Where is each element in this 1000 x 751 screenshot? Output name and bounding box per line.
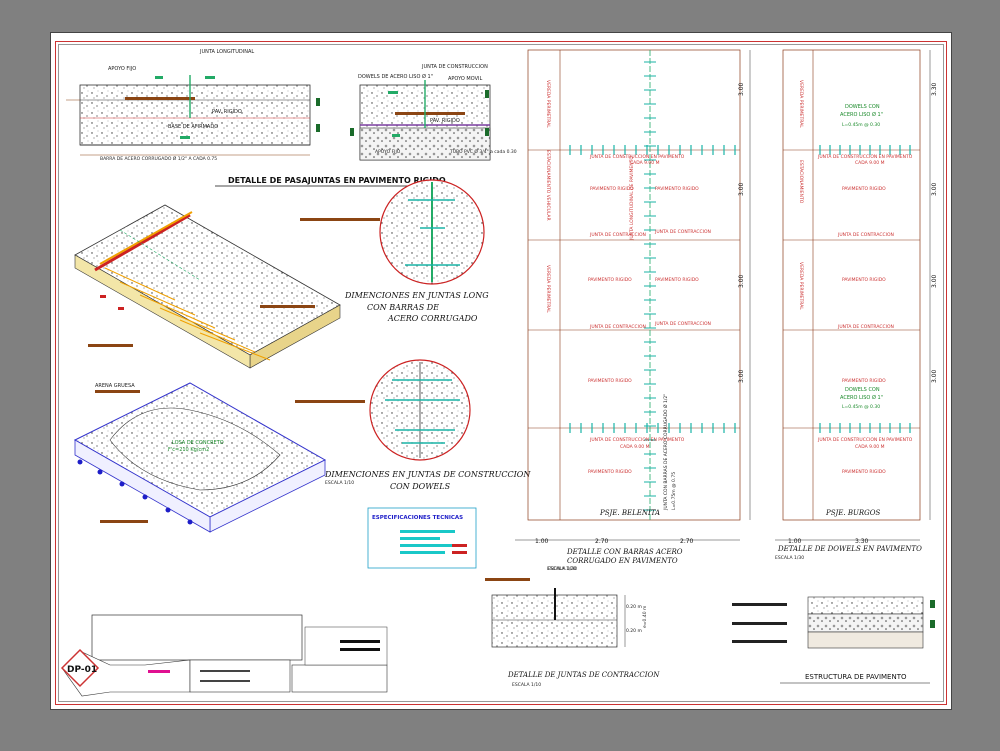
- right-pav-1: PAVIMENTO RIGIDO: [842, 186, 886, 192]
- left-dim-h-3: 2.70: [680, 538, 694, 545]
- left-pav-5: PAVIMENTO RIGIDO: [588, 378, 632, 384]
- left-contr-4: JUNTA DE CONTRACCION: [654, 321, 711, 327]
- detail-circle-long: [379, 179, 485, 285]
- right-junta-const-1: JUNTA DE CONSTRUCCION EN PAVIMENTO: [817, 154, 913, 160]
- dim-const-1: DIMENCIONES EN JUNTAS DE CONSTRUCCION: [324, 470, 531, 479]
- left-title-2: CORRUGADO EN PAVIMENTO: [567, 557, 678, 565]
- callout-pav: PAV. RIGIDO: [212, 109, 242, 115]
- right-cada-2: CADA 9.00 M: [855, 444, 885, 450]
- callout-apoyo: APOYO FIJO: [108, 66, 136, 72]
- sheet-code: DP-01: [67, 665, 97, 675]
- right-dim-v-2: 3.00: [931, 182, 938, 196]
- contr-dim-1: 0.20 m: [626, 604, 642, 610]
- right-side-1: VEREDA PERIMETRAL: [798, 80, 804, 128]
- contr-dim-total: e=0.40 m: [642, 606, 648, 628]
- left-dim-v-2: 3.00: [738, 182, 745, 196]
- estructura-title: ESTRUCTURA DE PAVIMENTO: [805, 673, 907, 681]
- left-barras-2: L=0.75m @ 0.75: [671, 472, 677, 510]
- left-side-3: VEREDA PERIMETRAL: [545, 265, 551, 313]
- left-longitudinal: JUNTA LONGITUDINAL DE PAVIMENTO: [629, 156, 635, 241]
- callout-pav-mid: PAV. RIGIDO: [430, 118, 460, 124]
- arena-gruesa: ARENA GRUESA: [95, 383, 135, 389]
- escala-const: ESCALA 1/10: [325, 480, 354, 486]
- right-dowels-3: L=0.45m @ 0.30: [842, 122, 880, 128]
- contraccion-section: [485, 578, 626, 648]
- detail-circle-construction: [369, 359, 471, 461]
- losa-label-2: F'c=210 Kg/cm2: [168, 447, 209, 453]
- cad-drawing: JUNTA LONGITUDINAL APOYO FIJO PAV. RIGID…: [60, 49, 938, 697]
- right-cada-1: CADA 9.00 M: [855, 160, 885, 166]
- construction-joint-section: [350, 80, 491, 161]
- long-joint-section: [66, 75, 320, 156]
- title-block: [60, 614, 388, 697]
- dim-long-2: CON BARRAS DE: [367, 303, 439, 312]
- right-dim-v-1: 3.30: [931, 82, 938, 96]
- right-contr-1: JUNTA DE CONTRACCION: [837, 232, 894, 238]
- right-pav-2: PAVIMENTO RIGIDO: [842, 277, 886, 283]
- left-pav-1: PAVIMENTO RIGIDO: [590, 186, 634, 192]
- left-side-2: ESTACIONAMIENTO VEHICULAR: [545, 150, 551, 221]
- left-pav-3: PAVIMENTO RIGIDO: [588, 277, 632, 283]
- right-side-3: VEREDA PERIMETRAL: [798, 262, 804, 310]
- right-contr-2: JUNTA DE CONTRACCION: [837, 324, 894, 330]
- callout-base: BASE DE AFIRMADO: [168, 124, 218, 130]
- left-pav-4: PAVIMENTO RIGIDO: [655, 277, 699, 283]
- left-contr-2: JUNTA DE CONTRACCION: [654, 229, 711, 235]
- left-barras-1: JUNTA CON BARRAS DE ACERO CORRUGADO Ø 1/…: [662, 394, 669, 511]
- iso-slab-long-joint: [74, 204, 341, 369]
- left-cada-2: CADA 9.00 M: [620, 444, 650, 450]
- dim-long-1: DIMENCIONES EN JUNTAS LONG: [344, 291, 489, 300]
- contraccion-title: DETALLE DE JUNTAS DE CONTRACCION: [507, 671, 660, 679]
- left-dim-h-1: 1.00: [535, 538, 549, 545]
- callout-barras: BARRA DE ACERO CORRUGADO Ø 1/2" A CADA 0…: [100, 155, 217, 162]
- right-dowels-6: L=0.45m @ 0.30: [842, 404, 880, 410]
- left-dim-v-3: 3.00: [738, 274, 745, 288]
- right-escala: ESCALA 1/30: [775, 555, 804, 561]
- contr-dim-2: 0.20 m: [626, 628, 642, 634]
- right-pav-3: PAVIMENTO RIGIDO: [842, 378, 886, 384]
- left-contr-1: JUNTA DE CONTRACCION: [589, 232, 646, 238]
- losa-label-1: LOSA DE CONCRETO: [172, 440, 224, 446]
- right-junta-const-2: JUNTA DE CONSTRUCCION EN PAVIMENTO: [817, 437, 913, 443]
- right-dowels-2: ACERO LISO Ø 1": [840, 111, 883, 118]
- right-dim-v-3: 3.00: [931, 274, 938, 288]
- left-title-1: DETALLE CON BARRAS ACERO: [566, 548, 683, 556]
- right-dim-v-4: 3.00: [931, 369, 938, 383]
- dim-long-3: ACERO CORRUGADO: [387, 314, 478, 323]
- right-side-2: ESTACIONAMIENTO: [798, 160, 804, 204]
- left-pav-6: PAVIMENTO RIGIDO: [588, 469, 632, 475]
- right-dim-h-2: 3.30: [855, 538, 869, 545]
- right-street: PSJE. BURGOS: [825, 509, 881, 517]
- callout-apoyo-movil: APOYO MOVIL: [448, 76, 482, 82]
- estructura-section: [732, 596, 935, 649]
- left-side-1: VEREDA PERIMETRAL: [545, 80, 551, 128]
- right-dowels-5: ACERO LISO Ø 1": [840, 394, 883, 401]
- callout-dowels: DOWELS DE ACERO LISO Ø 1": [358, 73, 433, 80]
- right-title: DETALLE DE DOWELS EN PAVIMENTO: [777, 545, 922, 553]
- right-dowels-4: DOWELS CON: [845, 387, 880, 393]
- left-street: PSJE. BELENITA: [599, 509, 660, 517]
- left-contr-3: JUNTA DE CONTRACCION: [589, 324, 646, 330]
- callout-apoyo-fijo: APOYO FIJO: [375, 149, 401, 155]
- contr-escala-top: ESCALA 1/20: [547, 566, 576, 572]
- left-dim-v-4: 3.00: [738, 369, 745, 383]
- left-pav-2: PAVIMENTO RIGIDO: [655, 186, 699, 192]
- right-dim-h-1: 1.00: [788, 538, 802, 545]
- left-dim-v-1: 3.00: [738, 82, 745, 96]
- contraccion-escala: ESCALA 1/10: [512, 682, 541, 688]
- dim-const-2: CON DOWELS: [390, 482, 451, 491]
- left-junta-const-2: JUNTA DE CONSTRUCCION EN PAVIMENTO: [589, 437, 685, 443]
- callout-joint: JUNTA LONGITUDINAL: [199, 49, 254, 55]
- left-dim-h-2: 2.70: [595, 538, 609, 545]
- callout-junta: JUNTA DE CONSTRUCCION: [421, 64, 488, 70]
- iso-slab-construction: [73, 382, 327, 533]
- right-pav-4: PAVIMENTO RIGIDO: [842, 469, 886, 475]
- callout-tubo: TUBO PVC Ø 3/4" a cada 0.30: [449, 148, 517, 155]
- right-dowels-1: DOWELS CON: [845, 104, 880, 110]
- left-junta-const-1: JUNTA DE CONSTRUCCION EN PAVIMENTO: [589, 154, 685, 160]
- specs-title: ESPECIFICACIONES TECNICAS: [372, 515, 463, 521]
